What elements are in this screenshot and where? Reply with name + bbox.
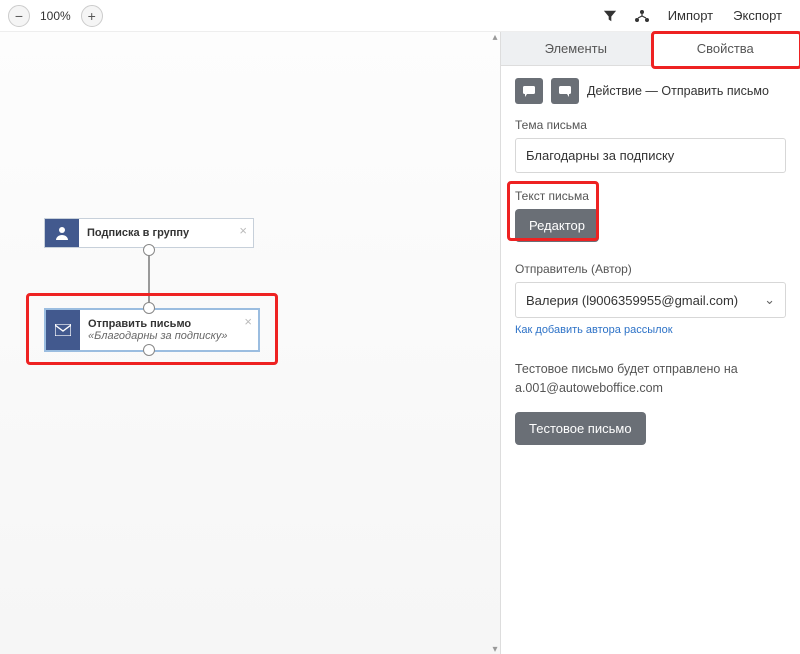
- panel-body: Действие — Отправить письмо Тема письма …: [501, 66, 800, 654]
- node-handle-bottom[interactable]: [143, 344, 155, 356]
- panel-tabs: Элементы Свойства: [501, 32, 800, 66]
- scroll-down-icon[interactable]: ▾: [490, 644, 500, 654]
- canvas-vertical-scroll[interactable]: ▴ ▾: [490, 32, 500, 654]
- subject-label: Тема письма: [515, 118, 786, 132]
- editor-button[interactable]: Редактор: [515, 209, 599, 242]
- tab-elements[interactable]: Элементы: [501, 32, 651, 66]
- node-title: Отправить письмо: [88, 318, 191, 330]
- node-handle-top[interactable]: [143, 302, 155, 314]
- tab-properties[interactable]: Свойства: [651, 32, 800, 66]
- action-label: Действие — Отправить письмо: [587, 84, 769, 98]
- node-handle-bottom[interactable]: [143, 244, 155, 256]
- sender-value: Валерия (l9006359955@gmail.com): [526, 293, 738, 308]
- test-note-line1: Тестовое письмо будет отправлено на: [515, 360, 786, 379]
- node-title: Подписка в группу: [87, 227, 189, 239]
- top-toolbar: − 100% + Импорт Экспорт: [0, 0, 800, 32]
- test-send-button[interactable]: Тестовое письмо: [515, 412, 646, 445]
- structure-icon[interactable]: [630, 4, 654, 28]
- help-link[interactable]: Как добавить автора рассылок: [515, 324, 673, 336]
- scroll-up-icon[interactable]: ▴: [490, 32, 500, 42]
- mail-icon: [46, 310, 80, 350]
- sender-label: Отправитель (Автор): [515, 262, 786, 276]
- filter-icon[interactable]: [598, 4, 622, 28]
- sender-select[interactable]: Валерия (l9006359955@gmail.com) ⌄: [515, 282, 786, 318]
- subject-input[interactable]: [515, 138, 786, 173]
- chevron-down-icon: ⌄: [764, 292, 775, 308]
- action-icon-message[interactable]: [551, 78, 579, 104]
- node-subtitle: «Благодарны за подписку»: [88, 330, 227, 342]
- export-link[interactable]: Экспорт: [733, 8, 782, 23]
- close-icon[interactable]: ×: [244, 314, 252, 329]
- connector-line: [148, 250, 150, 308]
- properties-panel: Элементы Свойства Действие — Отправить п…: [500, 32, 800, 654]
- flow-canvas[interactable]: Подписка в группу × Отправить письмо «Бл…: [0, 32, 500, 654]
- body-label: Текст письма: [515, 189, 786, 203]
- test-note-line2: a.001@autoweboffice.com: [515, 379, 786, 398]
- zoom-in-button[interactable]: +: [81, 5, 103, 27]
- close-icon[interactable]: ×: [239, 223, 247, 238]
- zoom-level: 100%: [40, 9, 71, 23]
- zoom-out-button[interactable]: −: [8, 5, 30, 27]
- main-area: Подписка в группу × Отправить письмо «Бл…: [0, 32, 800, 654]
- action-icon-chat[interactable]: [515, 78, 543, 104]
- import-link[interactable]: Импорт: [668, 8, 713, 23]
- action-header: Действие — Отправить письмо: [515, 78, 786, 104]
- user-icon: [45, 219, 79, 247]
